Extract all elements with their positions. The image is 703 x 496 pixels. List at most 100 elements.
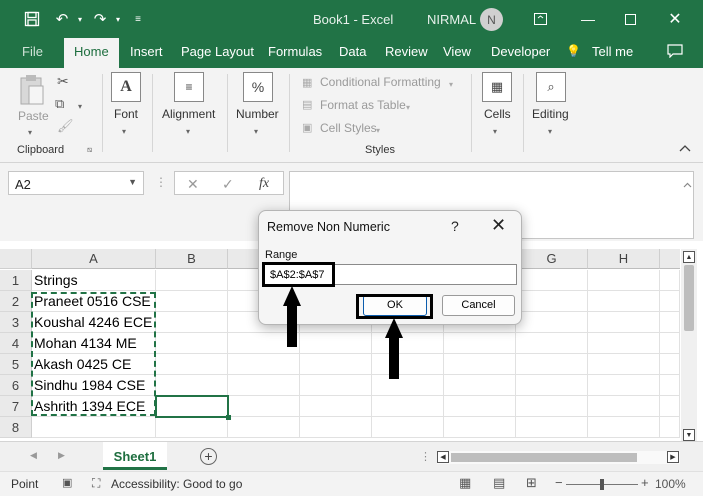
row-header-3[interactable]: 3 — [0, 312, 32, 333]
redo-icon[interactable]: ↷ — [90, 9, 110, 29]
row-header-8[interactable]: 8 — [0, 417, 32, 438]
cell-f7[interactable] — [444, 396, 516, 417]
undo-dropdown-icon[interactable]: ▾ — [75, 9, 85, 29]
cell-d6[interactable] — [300, 375, 372, 396]
select-all-button[interactable] — [0, 249, 32, 269]
conditional-formatting-button[interactable]: Conditional Formatting — [320, 75, 441, 89]
cell-d8[interactable] — [300, 417, 372, 438]
cell-h1[interactable] — [588, 270, 660, 291]
cell-b2[interactable] — [156, 291, 228, 312]
cell-e6[interactable] — [372, 375, 444, 396]
close-icon[interactable]: ✕ — [664, 9, 686, 29]
cancel-button[interactable]: Cancel — [442, 295, 515, 316]
cell-styles-button[interactable]: Cell Styles — [320, 121, 377, 135]
number-format-icon[interactable]: % — [243, 72, 273, 102]
scroll-left-icon[interactable]: ◀ — [437, 451, 449, 463]
cell-f6[interactable] — [444, 375, 516, 396]
horizontal-scroll-thumb[interactable] — [451, 453, 637, 462]
cell-overflow2[interactable] — [660, 291, 680, 312]
cell-g8[interactable] — [516, 417, 588, 438]
tab-page-layout[interactable]: Page Layout — [181, 44, 254, 59]
zoom-in-icon[interactable]: + — [641, 475, 649, 490]
previous-sheet-icon[interactable]: ◀ — [30, 450, 37, 461]
confirm-entry-icon[interactable]: ✓ — [222, 176, 234, 193]
comments-icon[interactable] — [667, 44, 683, 61]
cell-overflow5[interactable] — [660, 354, 680, 375]
format-as-table-icon[interactable]: ▤ — [302, 98, 312, 111]
row-header-1[interactable]: 1 — [0, 270, 32, 291]
cell-c5[interactable] — [228, 354, 300, 375]
cell-e8[interactable] — [372, 417, 444, 438]
column-header-h[interactable]: H — [588, 249, 660, 269]
cell-e4[interactable] — [372, 333, 444, 354]
cell-d7[interactable] — [300, 396, 372, 417]
range-input[interactable] — [264, 264, 517, 285]
tab-data[interactable]: Data — [339, 44, 366, 59]
formula-bar-grip-icon[interactable]: ⋮ — [155, 175, 167, 189]
alignment-label[interactable]: Alignment — [162, 107, 215, 121]
column-header-g[interactable]: G — [516, 249, 588, 269]
cell-g1[interactable] — [516, 270, 588, 291]
copy-dropdown-icon[interactable]: ▾ — [78, 98, 82, 112]
scroll-down-icon[interactable]: ▼ — [683, 429, 695, 441]
maximize-icon[interactable] — [619, 9, 641, 29]
zoom-slider-thumb[interactable] — [600, 479, 604, 490]
paste-icon[interactable] — [18, 74, 46, 108]
cell-c8[interactable] — [228, 417, 300, 438]
zoom-level[interactable]: 100% — [655, 477, 686, 491]
name-box[interactable]: A2 ▼ — [8, 171, 144, 195]
cell-c7[interactable] — [228, 396, 300, 417]
cell-h3[interactable] — [588, 312, 660, 333]
scroll-up-icon[interactable]: ▲ — [683, 251, 695, 263]
tab-file[interactable]: File — [22, 44, 43, 59]
cell-overflow6[interactable] — [660, 375, 680, 396]
cell-overflow8[interactable] — [660, 417, 680, 438]
copy-icon[interactable]: ⧉ — [55, 96, 64, 112]
cell-a8[interactable] — [32, 417, 156, 438]
cell-d5[interactable] — [300, 354, 372, 375]
cell-overflow4[interactable] — [660, 333, 680, 354]
conditional-formatting-dropdown-icon[interactable]: ▾ — [449, 76, 453, 90]
editing-icon[interactable]: ⌕ — [536, 72, 566, 102]
active-cell-b7[interactable] — [155, 395, 231, 420]
next-sheet-icon[interactable]: ▶ — [58, 450, 65, 461]
cell-h6[interactable] — [588, 375, 660, 396]
cell-h2[interactable] — [588, 291, 660, 312]
row-header-2[interactable]: 2 — [0, 291, 32, 312]
vertical-scrollbar[interactable]: ▲ ▼ — [681, 249, 697, 441]
number-label[interactable]: Number — [236, 107, 279, 121]
lightbulb-icon[interactable]: 💡 — [566, 44, 581, 58]
editing-dropdown-icon[interactable]: ▾ — [548, 123, 552, 137]
cell-styles-icon[interactable]: ▣ — [302, 121, 312, 134]
customize-toolbar-icon[interactable]: ≡ — [132, 9, 144, 29]
column-header-a[interactable]: A — [32, 249, 156, 269]
cell-b8[interactable] — [156, 417, 228, 438]
cell-b5[interactable] — [156, 354, 228, 375]
cell-g2[interactable] — [516, 291, 588, 312]
insert-function-icon[interactable]: fx — [259, 176, 269, 192]
cell-h5[interactable] — [588, 354, 660, 375]
cell-g7[interactable] — [516, 396, 588, 417]
cell-b6[interactable] — [156, 375, 228, 396]
conditional-formatting-icon[interactable]: ▦ — [302, 76, 312, 89]
tab-split-handle-icon[interactable]: ⋮ — [420, 450, 431, 463]
tab-insert[interactable]: Insert — [130, 44, 163, 59]
paste-dropdown-icon[interactable]: ▾ — [28, 124, 32, 138]
undo-icon[interactable]: ↶ — [52, 9, 72, 29]
cut-icon[interactable]: ✂ — [57, 73, 69, 90]
cell-h7[interactable] — [588, 396, 660, 417]
font-icon[interactable]: A — [111, 72, 141, 102]
cancel-entry-icon[interactable]: ✕ — [187, 176, 199, 193]
redo-dropdown-icon[interactable]: ▾ — [113, 9, 123, 29]
row-header-5[interactable]: 5 — [0, 354, 32, 375]
clipboard-launcher-icon[interactable]: ⧅ — [87, 145, 92, 155]
cell-h8[interactable] — [588, 417, 660, 438]
editing-label[interactable]: Editing — [532, 107, 569, 121]
tab-review[interactable]: Review — [385, 44, 428, 59]
cell-b4[interactable] — [156, 333, 228, 354]
column-header-b[interactable]: B — [156, 249, 228, 269]
zoom-out-icon[interactable]: − — [555, 475, 563, 490]
tab-formulas[interactable]: Formulas — [268, 44, 322, 59]
accessibility-status[interactable]: Accessibility: Good to go — [111, 477, 242, 491]
cell-a1[interactable]: Strings — [32, 270, 156, 291]
